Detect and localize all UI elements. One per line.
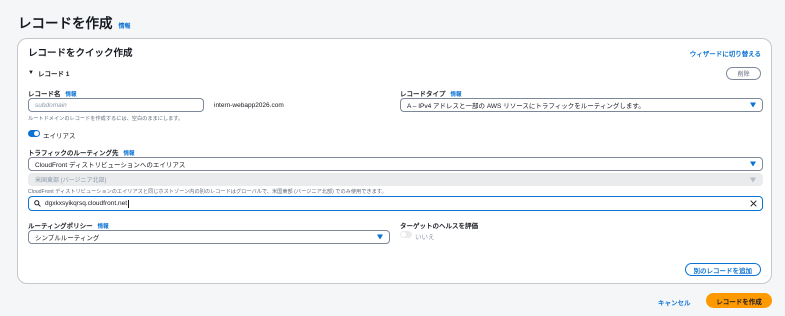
record-name-info-link[interactable]: 情報 (66, 90, 77, 98)
dropdown-arrow-icon (750, 177, 756, 182)
record-name-hint: ルートドメインのレコードを作成するには、空白のままにします。 (28, 116, 184, 122)
alias-label: エイリアス (43, 133, 76, 140)
text-cursor (128, 199, 129, 208)
record-type-label-text: レコードタイプ (400, 91, 446, 98)
page-info-link[interactable]: 情報 (119, 21, 131, 30)
route-traffic-info-link[interactable]: 情報 (123, 149, 134, 157)
region-hint: CloudFront ディストリビューションのエイリアスと同じホストゾーン内の別… (28, 189, 387, 195)
record-name-label-text: レコード名 (28, 91, 61, 98)
domain-suffix: intern-webapp2026.com (214, 102, 284, 109)
page-title: レコードを作成 (18, 16, 113, 31)
record-name-label: レコード名 情報 (28, 88, 77, 98)
switch-to-wizard-link[interactable]: ウィザードに切り替える (690, 48, 761, 58)
endpoint-select[interactable]: CloudFront ディストリビューションへのエイリアス (28, 157, 763, 171)
endpoint-value: CloudFront ディストリビューションへのエイリアス (35, 162, 186, 169)
toggle-knob (34, 131, 39, 136)
routing-policy-value: シンプルルーティング (35, 235, 100, 242)
caret-down-icon: ▼ (28, 70, 34, 76)
create-records-button[interactable]: レコードを作成 (706, 293, 772, 308)
search-icon (34, 200, 41, 207)
record-type-value: A – IPv4 アドレスと一部の AWS リソースにトラフィックをルーティング… (407, 103, 645, 110)
toggle-knob (401, 232, 406, 237)
route-traffic-label-text: トラフィックのルーティング先 (28, 150, 119, 157)
distribution-search-value: dgxkxsyikqrsq.cloudfront.net (45, 200, 128, 207)
target-health-toggle[interactable] (400, 231, 412, 238)
route-traffic-label: トラフィックのルーティング先 情報 (28, 147, 135, 157)
record-1-label: レコード 1 (37, 71, 70, 78)
dropdown-arrow-icon (750, 161, 756, 167)
clear-icon[interactable] (750, 200, 757, 207)
routing-policy-info-link[interactable]: 情報 (98, 222, 109, 230)
region-select: 米国東部 (バージニア北部) (28, 173, 763, 186)
page-header: レコードを作成 情報 (18, 12, 131, 32)
card-title: レコードをクイック作成 (28, 48, 133, 59)
quick-create-card: レコードをクイック作成 ウィザードに切り替える ▼ レコード 1 削除 レコード… (17, 38, 772, 284)
routing-policy-select[interactable]: シンプルルーティング (28, 230, 390, 244)
target-health-label: ターゲットのヘルスを評価 (400, 220, 478, 230)
record-1-expander[interactable]: ▼ レコード 1 (28, 68, 69, 78)
distribution-search-input[interactable]: dgxkxsyikqrsq.cloudfront.net (28, 196, 763, 211)
record-name-input[interactable]: subdomain (28, 98, 204, 112)
cancel-button[interactable]: キャンセル (658, 297, 691, 307)
record-name-placeholder: subdomain (35, 101, 67, 109)
target-health-value: いいえ (415, 234, 435, 241)
add-another-record-button[interactable]: 別のレコードを追加 (684, 263, 761, 276)
record-type-label: レコードタイプ 情報 (400, 88, 462, 98)
dropdown-arrow-icon (377, 234, 383, 240)
target-health-label-text: ターゲットのヘルスを評価 (400, 223, 478, 230)
record-type-select[interactable]: A – IPv4 アドレスと一部の AWS リソースにトラフィックをルーティング… (400, 98, 763, 112)
region-value: 米国東部 (バージニア北部) (35, 178, 107, 184)
alias-toggle[interactable] (28, 130, 40, 137)
routing-policy-label: ルーティングポリシー 情報 (28, 220, 109, 230)
routing-policy-label-text: ルーティングポリシー (28, 223, 93, 230)
dropdown-arrow-icon (750, 102, 756, 108)
record-type-info-link[interactable]: 情報 (451, 90, 462, 98)
delete-button[interactable]: 削除 (726, 67, 761, 80)
